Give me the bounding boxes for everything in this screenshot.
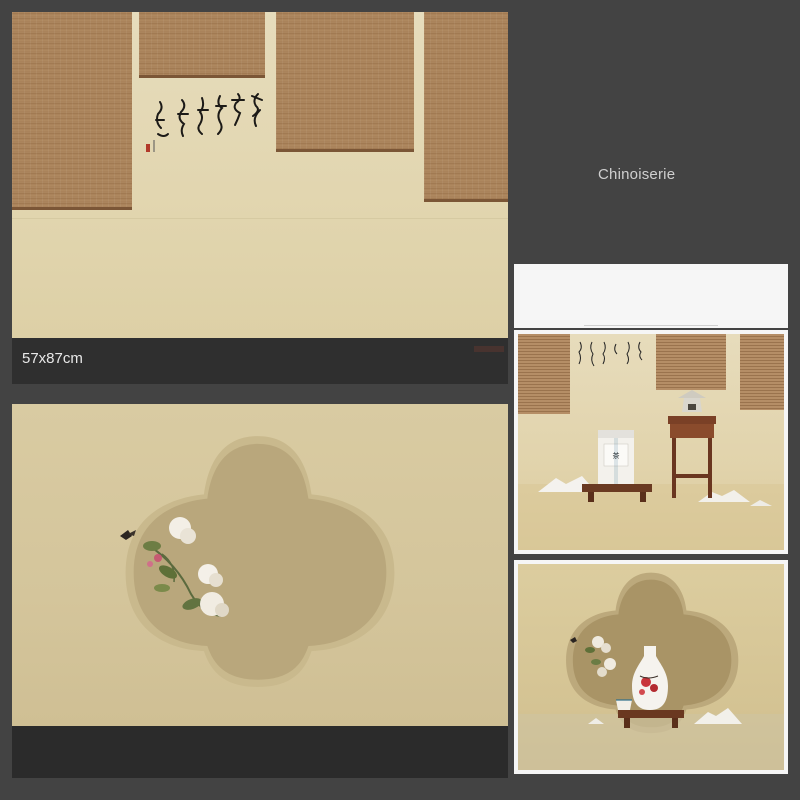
tall-wooden-stand xyxy=(668,416,716,424)
bamboo-blinds-scene xyxy=(12,12,508,338)
bamboo-blind xyxy=(656,334,726,390)
porcelain-scene xyxy=(518,564,784,770)
wooden-stand xyxy=(582,484,652,492)
bamboo-blinds-backdrop-panel: 57x87cm xyxy=(12,12,508,384)
bamboo-blind xyxy=(12,12,132,210)
bamboo-blind xyxy=(276,12,414,152)
calligraphy-artwork xyxy=(140,90,270,158)
porcelain-scene-panel xyxy=(514,560,788,774)
tea-cup xyxy=(616,700,632,710)
bamboo-blind xyxy=(740,334,784,410)
blank-preview-panel xyxy=(514,264,788,328)
bamboo-blind xyxy=(139,12,265,78)
quatrefoil-window-backdrop-panel xyxy=(12,404,508,778)
wooden-stand xyxy=(618,710,684,718)
watermark xyxy=(474,346,504,352)
style-label: Chinoiserie xyxy=(598,166,676,183)
bamboo-blind xyxy=(424,12,508,202)
tea-tin-scene: 茶 xyxy=(518,334,784,550)
size-caption: 57x87cm xyxy=(22,350,83,367)
quatrefoil-window xyxy=(120,436,395,687)
quatrefoil-scene xyxy=(12,404,508,726)
tea-tin-scene-panel: 茶 xyxy=(514,330,788,554)
bamboo-blind xyxy=(518,334,570,414)
